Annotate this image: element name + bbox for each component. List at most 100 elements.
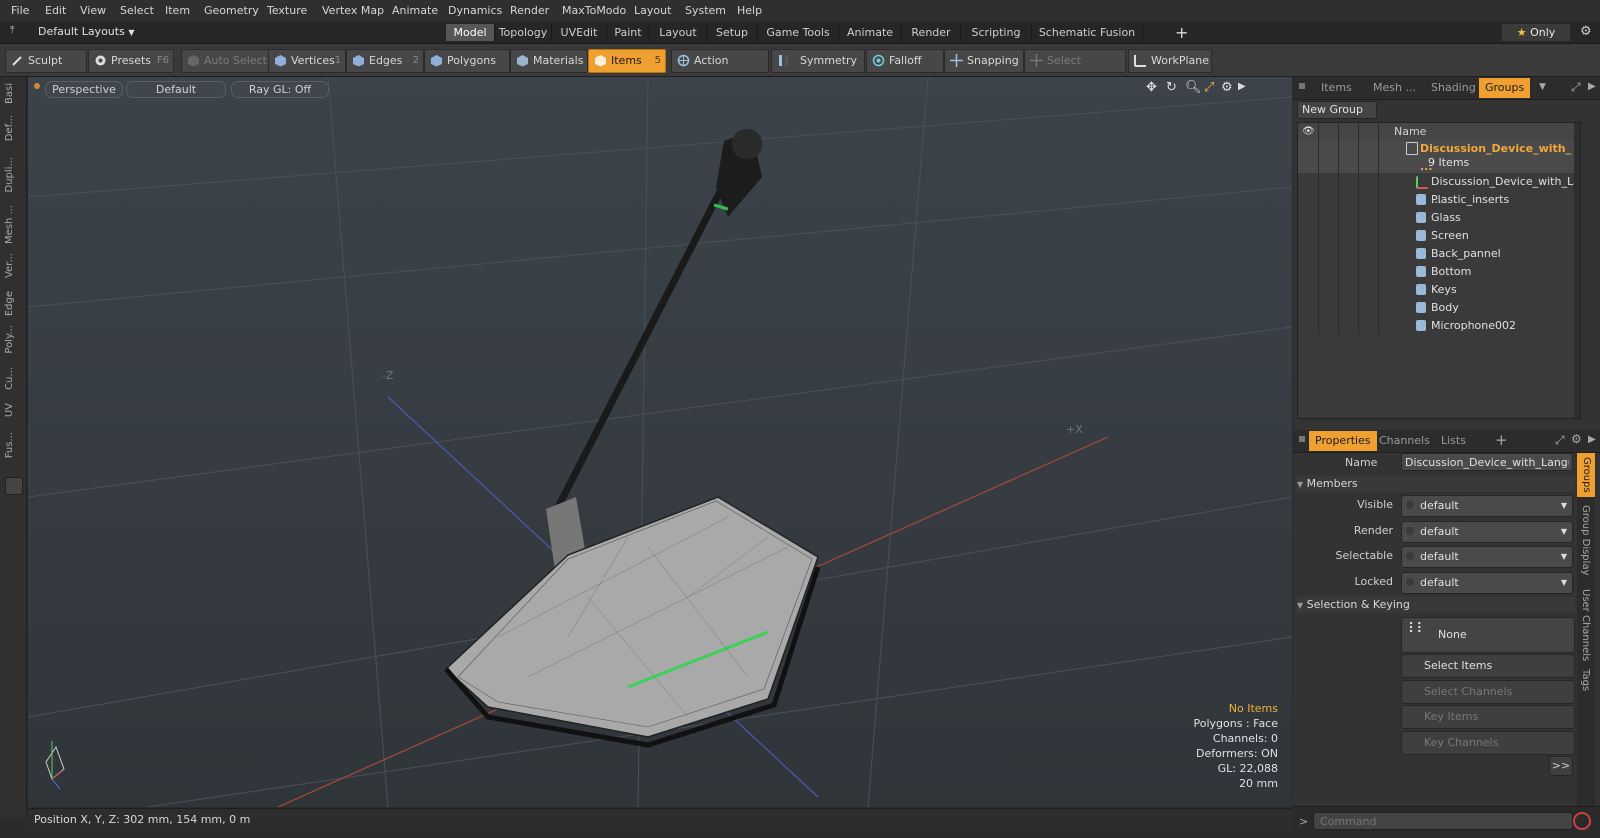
menu-vertex-map[interactable]: Vertex Map — [322, 4, 384, 17]
materials-button[interactable]: Materials — [510, 49, 588, 73]
menu-geometry[interactable]: Geometry — [204, 4, 259, 17]
lock-column-icon[interactable] — [1358, 123, 1379, 141]
field-dropdown-locked[interactable]: default ▼ — [1401, 571, 1573, 594]
tab-mesh[interactable]: Mesh ... — [1373, 81, 1416, 94]
presets-button[interactable]: Presets F6 — [88, 49, 174, 73]
menu-system[interactable]: System — [685, 4, 726, 17]
menu-animate[interactable]: Animate — [392, 4, 438, 17]
tab-animate[interactable]: Animate — [839, 24, 902, 41]
tab-topology[interactable]: Topology — [495, 24, 552, 41]
tab-shading[interactable]: Shading — [1431, 81, 1476, 94]
home-icon[interactable]: ⤒ — [10, 25, 14, 36]
side-tab-groups[interactable]: Groups — [1577, 453, 1595, 497]
fit-icon[interactable]: ⤢ — [1204, 80, 1214, 95]
viewport-gear-icon[interactable]: ⚙ — [1221, 80, 1233, 95]
raygl-button[interactable]: Ray GL: Off — [231, 81, 329, 98]
only-toggle[interactable]: ★ Only — [1502, 24, 1570, 41]
field-dropdown-visible[interactable]: default ▼ — [1401, 495, 1573, 517]
side-tab-group-display[interactable]: Group Display — [1580, 505, 1591, 575]
menu-help[interactable]: Help — [737, 4, 762, 17]
group-select-icon[interactable] — [1338, 141, 1359, 173]
tab-setup[interactable]: Setup — [707, 24, 758, 41]
falloff-button[interactable]: Falloff — [866, 49, 944, 73]
shading-button[interactable]: Default — [126, 81, 226, 98]
none-selector[interactable]: ⠇⠇ None — [1401, 617, 1575, 653]
zoom-icon[interactable]: 🔍︎ — [1185, 80, 1202, 95]
tab-model[interactable]: Model — [446, 24, 495, 41]
sculpt-button[interactable]: Sculpt — [5, 49, 87, 73]
group-list-scrollbar[interactable] — [1574, 123, 1580, 418]
eye-column-icon[interactable]: 👁︎ — [1298, 123, 1319, 141]
tab-channels[interactable]: Channels — [1379, 434, 1430, 447]
left-tab-edge[interactable]: Edge — [4, 291, 20, 316]
tab-groups[interactable]: Groups — [1479, 78, 1531, 98]
group-row[interactable]: Discussion_Device_with_ ... 9 Items — [1298, 141, 1580, 173]
tabs-dropdown-icon[interactable]: ▼ — [1539, 82, 1546, 92]
panel-menu-icon[interactable] — [1299, 83, 1305, 89]
auto-select-button[interactable]: Auto Select — [181, 49, 269, 73]
vertices-button[interactable]: Vertices 1 — [268, 49, 346, 73]
new-group-button[interactable]: New Group — [1297, 101, 1377, 119]
group-item-row[interactable]: Keys — [1298, 281, 1580, 299]
view-type-button[interactable]: Perspective — [45, 81, 123, 98]
tab-lists[interactable]: Lists — [1441, 434, 1466, 447]
menu-dynamics[interactable]: Dynamics — [448, 4, 502, 17]
render-column-icon[interactable] — [1318, 123, 1339, 141]
properties-gear-icon[interactable]: ⚙ — [1571, 432, 1582, 446]
items-button[interactable]: Items 5 — [588, 49, 666, 73]
field-dropdown-selectable[interactable]: default ▼ — [1401, 546, 1573, 568]
left-tab-uv[interactable]: UV — [4, 403, 20, 417]
tab-layout[interactable]: Layout — [650, 24, 707, 41]
tab-paint[interactable]: Paint — [607, 24, 650, 41]
left-tab-basic[interactable]: Basi — [4, 83, 20, 104]
group-item-row[interactable]: Bottom — [1298, 263, 1580, 281]
group-render-icon[interactable] — [1318, 141, 1339, 173]
left-tab-fusion[interactable]: Fus... — [4, 432, 20, 458]
rotate-icon[interactable]: ↻ — [1166, 80, 1177, 95]
menu-edit[interactable]: Edit — [45, 4, 66, 17]
menu-view[interactable]: View — [80, 4, 106, 17]
select-items-button[interactable]: Select Items — [1401, 654, 1575, 678]
snapping-button[interactable]: Snapping — [944, 49, 1024, 73]
left-tab-curve[interactable]: Cu... — [4, 367, 20, 390]
panel-arrow-icon[interactable]: ▶ — [1588, 81, 1596, 92]
menu-layout[interactable]: Layout — [634, 4, 671, 17]
field-dropdown-render[interactable]: default ▼ — [1401, 520, 1573, 543]
select-channels-button[interactable]: Select Channels — [1401, 679, 1575, 704]
expand-arrow-icon[interactable]: ▶ — [1238, 81, 1246, 92]
left-strip-toggle[interactable] — [5, 477, 23, 495]
selection-keying-section[interactable]: ▼ Selection & Keying — [1297, 597, 1575, 613]
tab-scripting[interactable]: Scripting — [961, 24, 1032, 41]
menu-render[interactable]: Render — [510, 4, 549, 17]
symmetry-button[interactable]: Symmetry — [771, 49, 865, 73]
add-tab-icon[interactable]: + — [1175, 23, 1188, 42]
group-item-row[interactable]: Screen — [1298, 227, 1580, 245]
properties-maximize-icon[interactable]: ⤢ — [1555, 433, 1565, 448]
group-item-row[interactable]: Discussion_Device_with_La ... — [1298, 173, 1580, 206]
left-tab-vertex[interactable]: Ver... — [4, 253, 20, 278]
add-panel-tab-icon[interactable]: + — [1495, 431, 1508, 449]
properties-arrow-icon[interactable]: ▶ — [1588, 434, 1596, 445]
side-tab-user-channels[interactable]: User Channels — [1580, 589, 1591, 661]
action-center-button[interactable]: Action Center — [671, 49, 769, 89]
select-column-icon[interactable] — [1338, 123, 1359, 141]
menu-item[interactable]: Item — [165, 4, 190, 17]
group-name-input[interactable] — [1401, 453, 1573, 471]
edges-button[interactable]: Edges 2 — [346, 49, 424, 73]
menu-file[interactable]: File — [11, 4, 29, 17]
left-tab-duplicate[interactable]: Dupli... — [4, 157, 20, 192]
tab-game-tools[interactable]: Game Tools — [758, 24, 839, 41]
tab-properties[interactable]: Properties — [1309, 431, 1377, 451]
key-channels-button[interactable]: Key Channels — [1401, 730, 1575, 755]
group-lock-icon[interactable] — [1358, 141, 1379, 173]
group-item-row[interactable]: Back_pannel — [1298, 245, 1580, 263]
group-visibility-icon[interactable] — [1298, 141, 1319, 173]
group-item-row[interactable]: Plastic_inserts — [1298, 191, 1580, 209]
left-tab-mesh[interactable]: Mesh ... — [4, 205, 20, 244]
group-item-row[interactable]: Body — [1298, 299, 1580, 317]
properties-menu-icon[interactable] — [1299, 436, 1305, 442]
more-button[interactable]: >> — [1549, 756, 1573, 776]
side-tab-tags[interactable]: Tags — [1580, 669, 1591, 691]
tab-items[interactable]: Items — [1321, 81, 1352, 94]
command-input[interactable] — [1313, 812, 1573, 830]
